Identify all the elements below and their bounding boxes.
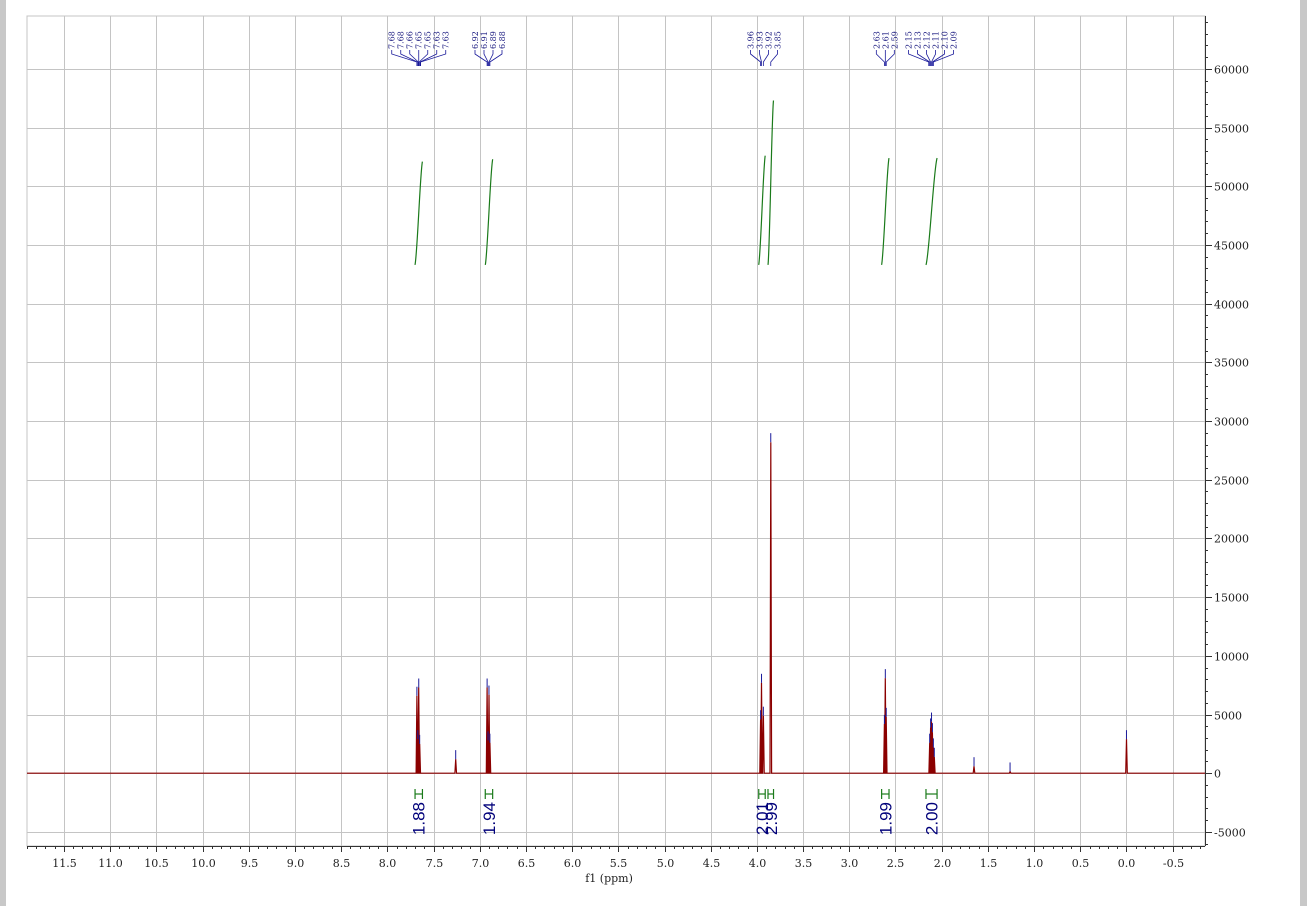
x-tick-label: 6.5 bbox=[518, 857, 536, 870]
peak-shift-label: 2.61 bbox=[881, 31, 890, 49]
peak-label-connector bbox=[391, 50, 418, 66]
peak-shift-label: 6.88 bbox=[498, 31, 507, 49]
x-tick-label: 4.0 bbox=[749, 857, 767, 870]
peak-shift-label: 6.92 bbox=[471, 31, 480, 49]
peak-shift-label: 7.63 bbox=[433, 31, 442, 49]
integral-value-label: 2.99 bbox=[762, 802, 781, 835]
integral-value-label: 1.88 bbox=[410, 802, 429, 835]
y-tick-label: 50000 bbox=[1214, 181, 1249, 194]
peak-shift-label: 7.68 bbox=[397, 31, 406, 49]
y-tick-label: 5000 bbox=[1214, 710, 1242, 723]
x-tick-label: 7.0 bbox=[472, 857, 490, 870]
x-tick-label: 10.5 bbox=[144, 857, 169, 870]
peak-label-connector bbox=[875, 50, 885, 66]
integral-labels: 1.88 1.94 2.012.99 1.99 2.00 bbox=[410, 789, 942, 835]
peak-shift-label: 2.15 bbox=[905, 31, 914, 49]
peak-shift-label: 3.85 bbox=[774, 31, 783, 49]
y-tick-label: 35000 bbox=[1214, 357, 1249, 370]
x-tick-label: 1.5 bbox=[980, 857, 998, 870]
x-tick-label: -0.5 bbox=[1163, 857, 1184, 870]
integral-curve bbox=[484, 159, 494, 266]
peak-shift-label: 2.59 bbox=[890, 31, 899, 49]
x-tick-label: 5.0 bbox=[657, 857, 675, 870]
y-tick-label: 20000 bbox=[1214, 533, 1249, 546]
peak-label-connector bbox=[474, 50, 488, 66]
integral-value-label: 1.94 bbox=[480, 802, 499, 835]
peak-label-connector bbox=[932, 50, 954, 66]
y-tick-label: 55000 bbox=[1214, 123, 1249, 136]
integral-curve bbox=[925, 157, 938, 266]
y-tick-label: 60000 bbox=[1214, 64, 1249, 77]
peak-shift-label: 2.10 bbox=[941, 31, 950, 49]
peak-shift-label: 3.92 bbox=[765, 31, 774, 49]
y-tick-label: 40000 bbox=[1214, 299, 1249, 312]
integral-value-label: 1.99 bbox=[876, 802, 895, 835]
peak-shift-label: 7.65 bbox=[415, 31, 424, 49]
y-tick-label: 10000 bbox=[1214, 651, 1249, 664]
grid-lines bbox=[26, 15, 1206, 847]
x-tick-label: 0.5 bbox=[1072, 857, 1090, 870]
nmr-spectrum-chart: 11.5 11.0 10.5 10.0 9.5 9.0 8.5 8.0 7.5 7.0 6.5 6.0… bbox=[26, 15, 1249, 885]
x-tick-label: 1.0 bbox=[1026, 857, 1044, 870]
integral-curve bbox=[767, 100, 775, 265]
y-tick-label: 15000 bbox=[1214, 592, 1249, 605]
x-tick-label: 8.0 bbox=[379, 857, 397, 870]
peak-shift-label: 2.09 bbox=[950, 31, 959, 49]
x-tick-label: 11.0 bbox=[98, 857, 123, 870]
peak-shift-label: 2.13 bbox=[914, 31, 923, 49]
peak-label-connector bbox=[750, 50, 761, 66]
peak-shift-label: 2.12 bbox=[923, 31, 932, 49]
peak-shift-label: 7.66 bbox=[406, 31, 415, 49]
peak-shift-label: 3.96 bbox=[747, 31, 756, 49]
x-tick-label: 3.0 bbox=[841, 857, 859, 870]
x-tick-label: 4.5 bbox=[703, 857, 721, 870]
x-tick-label: 2.0 bbox=[934, 857, 952, 870]
peak-shift-label: 7.63 bbox=[442, 31, 451, 49]
axes: 11.5 11.0 10.5 10.0 9.5 9.0 8.5 8.0 7.5 7.0 6.5 6.0… bbox=[27, 16, 1249, 870]
x-tick-label: 5.5 bbox=[610, 857, 628, 870]
x-tick-label: 2.5 bbox=[887, 857, 905, 870]
x-tick-label: 3.5 bbox=[795, 857, 813, 870]
peak-label-connector bbox=[885, 50, 895, 66]
x-tick-label: 9.0 bbox=[287, 857, 305, 870]
integral-curve bbox=[881, 157, 890, 266]
peak-label-connector bbox=[908, 50, 930, 66]
x-tick-label: 9.5 bbox=[241, 857, 259, 870]
x-tick-label: 6.0 bbox=[564, 857, 582, 870]
peak-label-connector bbox=[420, 50, 447, 66]
y-tick-label: 0 bbox=[1214, 768, 1221, 781]
peak-label-connector bbox=[770, 50, 778, 66]
x-tick-label: 8.5 bbox=[333, 857, 351, 870]
integral-curve bbox=[758, 155, 766, 266]
peak-shift-label: 3.93 bbox=[756, 31, 765, 49]
peak-shift-label: 2.63 bbox=[872, 31, 881, 49]
peak-shift-label: 6.89 bbox=[489, 31, 498, 49]
x-axis-label: f1 (ppm) bbox=[585, 872, 633, 885]
y-tick-label: -5000 bbox=[1214, 827, 1246, 840]
peak-shift-label: 6.91 bbox=[480, 31, 489, 49]
x-tick-label: 0.0 bbox=[1118, 857, 1136, 870]
peak-labels: 7.68 7.68 7.66 7.65 7.65 7.63 7.63 6.92 6.91 6.89… bbox=[388, 31, 959, 66]
y-tick-label: 25000 bbox=[1214, 475, 1249, 488]
x-tick-label: 11.5 bbox=[52, 857, 77, 870]
peak-shift-label: 2.11 bbox=[932, 31, 941, 49]
plot-window: 11.5 11.0 10.5 10.0 9.5 9.0 8.5 8.0 7.5 7.0 6.5 6.0… bbox=[6, 0, 1300, 906]
peak-shift-label: 7.65 bbox=[424, 31, 433, 49]
y-tick-label: 45000 bbox=[1214, 240, 1249, 253]
peak-label-connector bbox=[489, 50, 503, 66]
integral-curves bbox=[414, 100, 938, 266]
integral-curve bbox=[414, 161, 423, 266]
x-tick-label: 10.0 bbox=[191, 857, 216, 870]
peak-shift-label: 7.68 bbox=[388, 31, 397, 49]
peak-label-connector bbox=[762, 50, 769, 66]
x-tick-label: 7.5 bbox=[426, 857, 444, 870]
y-tick-label: 30000 bbox=[1214, 416, 1249, 429]
integral-value-label: 2.00 bbox=[923, 802, 942, 835]
